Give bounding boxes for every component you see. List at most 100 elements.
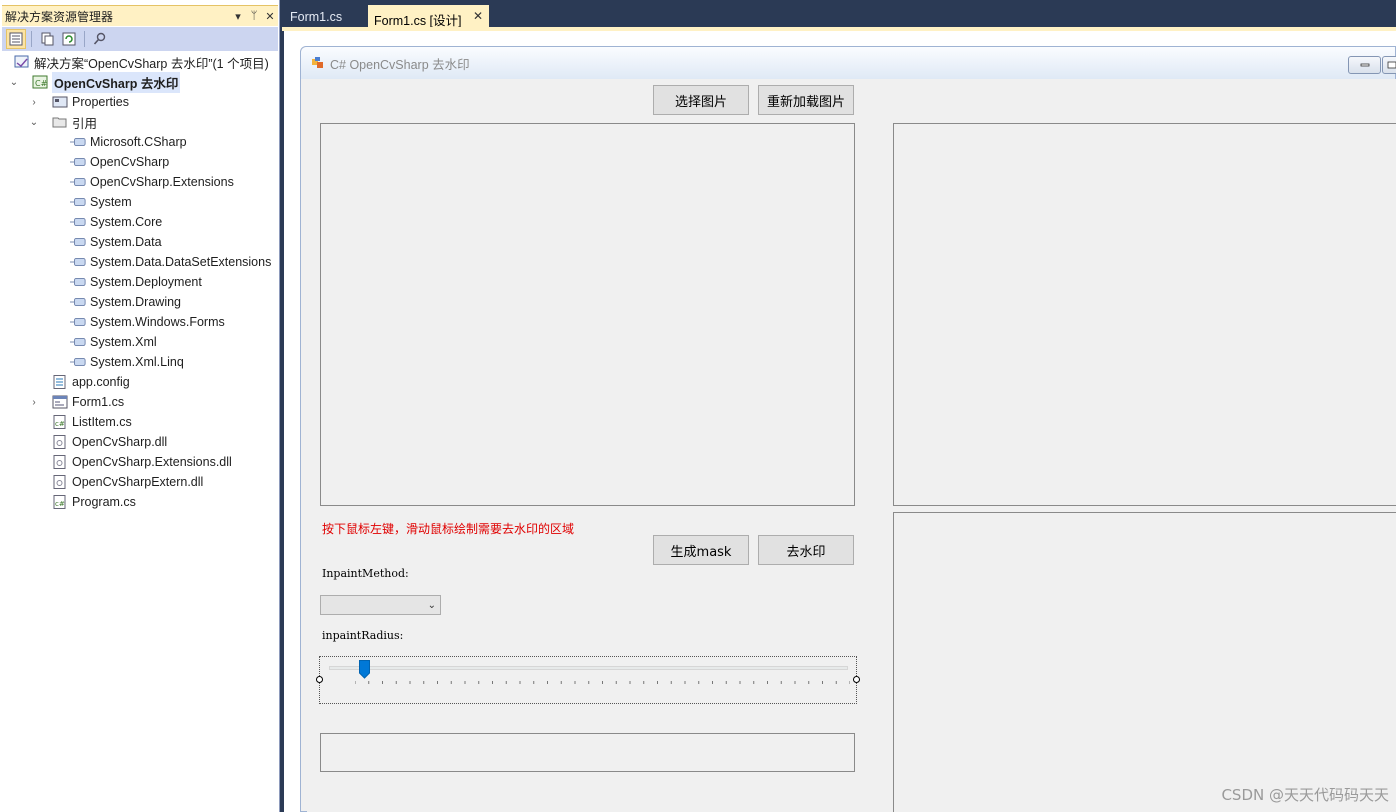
tree-item-dll[interactable]: OpenCvSharp.Extensions.dll [52,452,232,472]
dll-file-icon [52,455,68,469]
resize-handle-right[interactable] [853,676,860,683]
watermark-text: CSDN @天天代码码天天 [1221,786,1389,804]
inpaint-method-combobox[interactable]: ⌄ [320,595,441,615]
chevron-down-icon[interactable]: ⌄ [28,116,40,128]
solution-node[interactable]: 解决方案“OpenCvSharp 去水印”(1 个项目) [14,52,269,72]
maximize-button[interactable] [1382,56,1396,74]
tree-item-label: app.config [72,375,130,389]
tree-item-label: System.Deployment [90,275,202,289]
chevron-right-icon[interactable]: › [28,396,40,408]
tree-item-label: Form1.cs [72,395,125,409]
reference-icon [70,195,86,209]
tree-item-label: OpenCvSharpExtern.dll [72,475,204,489]
tree-item-program[interactable]: c# Program.cs [52,492,136,512]
reference-item[interactable]: System.Windows.Forms [70,312,225,332]
tree-item-label: System.Xml [90,335,157,349]
output-textbox[interactable] [320,733,855,772]
tree-item-label: System [90,195,132,209]
reference-item[interactable]: System.Deployment [70,272,202,292]
resize-handle-left[interactable] [316,676,323,683]
solution-label: 解决方案“OpenCvSharp 去水印”(1 个项目) [34,56,269,71]
chevron-down-icon[interactable]: ⌄ [8,76,20,88]
tree-item-label: System.Drawing [90,295,181,309]
inpaint-radius-trackbar[interactable] [316,656,860,704]
tree-item-label: OpenCvSharp.dll [72,435,168,449]
reference-item[interactable]: System.Core [70,212,162,232]
solution-explorer-panel: 解决方案资源管理器 ▾ ᛘ ✕ 解决方案“OpenCvSharp 去水印”(1 … [0,0,280,812]
form-file-icon [52,395,68,409]
solution-explorer-toolbar [2,27,278,51]
reference-item[interactable]: System [70,192,132,212]
reference-icon [70,215,86,229]
tree-item-app-config[interactable]: app.config [52,372,130,392]
pin-icon[interactable]: ᛘ [246,10,262,22]
dll-file-icon [52,475,68,489]
mask-picturebox[interactable] [893,123,1396,506]
properties-folder-icon [52,95,68,109]
close-icon[interactable]: ✕ [262,10,278,23]
tree-item-label: System.Windows.Forms [90,315,225,329]
search-icon [93,32,106,45]
reference-icon [70,355,86,369]
properties-icon [9,32,23,46]
refresh-button[interactable] [59,29,79,49]
reference-icon [70,255,86,269]
properties-button[interactable] [6,29,26,49]
close-icon[interactable]: ✕ [473,9,483,23]
tree-item-dll[interactable]: OpenCvSharpExtern.dll [52,472,203,492]
csharp-file-icon: c# [52,415,68,429]
trackbar-channel [329,666,848,670]
reference-icon [70,175,86,189]
reference-icon [70,155,86,169]
minimize-icon [1360,63,1369,67]
tab-form1-designer[interactable]: Form1.cs [设计] ✕ [368,5,489,28]
project-node[interactable]: ⌄ C# OpenCvSharp 去水印 [10,71,181,93]
reference-item[interactable]: System.Data.DataSetExtensions [70,252,271,272]
remove-watermark-button[interactable]: 去水印 [758,535,854,565]
tree-item-label: Microsoft.CSharp [90,135,187,149]
show-all-files-button[interactable] [37,29,57,49]
tree-item-label: System.Core [90,215,163,229]
source-picturebox[interactable] [320,123,855,506]
tree-item-properties[interactable]: › Properties [32,92,129,112]
tab-label: Form1.cs [290,10,343,24]
dropdown-icon[interactable]: ▾ [230,10,246,23]
reference-item[interactable]: System.Xml.Linq [70,352,184,372]
csharp-project-icon: C# [32,75,48,89]
tab-form1-code[interactable]: Form1.cs [282,5,366,27]
class-view-button[interactable] [90,29,110,49]
generate-mask-button[interactable]: 生成mask [653,535,749,565]
tree-item-listitem[interactable]: c# ListItem.cs [52,412,132,432]
toolbar-separator [31,31,32,47]
reference-item[interactable]: OpenCvSharp.Extensions [70,172,234,192]
tree-item-references[interactable]: ⌄ 引用 [30,112,97,132]
reference-item[interactable]: Microsoft.CSharp [70,132,187,152]
tree-item-label: System.Xml.Linq [90,355,184,369]
reference-item[interactable]: System.Drawing [70,292,181,312]
designed-form[interactable]: C# OpenCvSharp 去水印 选择图片 重新加载图片 按下鼠标左键，滑动… [300,46,1396,812]
tree-item-label: System.Data.DataSetExtensions [90,255,272,269]
svg-text:C#: C# [35,79,48,88]
reference-item[interactable]: OpenCvSharp [70,152,169,172]
reference-icon [70,315,86,329]
trackbar-ticks [355,681,850,684]
tree-item-label: Program.cs [72,495,136,509]
form-caption-bar: C# OpenCvSharp 去水印 [301,47,1396,79]
refresh-icon [62,32,76,46]
chevron-right-icon[interactable]: › [28,96,40,108]
tree-item-label: OpenCvSharp [90,155,170,169]
reload-image-button[interactable]: 重新加载图片 [758,85,854,115]
reference-item[interactable]: System.Data [70,232,162,252]
tree-item-form1[interactable]: › Form1.cs [32,392,125,412]
tree-item-label: Properties [72,95,129,109]
tree-item-label: System.Data [90,235,162,249]
reference-item[interactable]: System.Xml [70,332,157,352]
trackbar-thumb[interactable] [358,660,370,679]
select-image-button[interactable]: 选择图片 [653,85,749,115]
tree-item-dll[interactable]: OpenCvSharp.dll [52,432,167,452]
reference-icon [70,335,86,349]
result-picturebox[interactable] [893,512,1396,812]
minimize-button[interactable] [1348,56,1381,74]
reference-icon [70,235,86,249]
inpaint-method-label: InpaintMethod: [322,567,409,580]
